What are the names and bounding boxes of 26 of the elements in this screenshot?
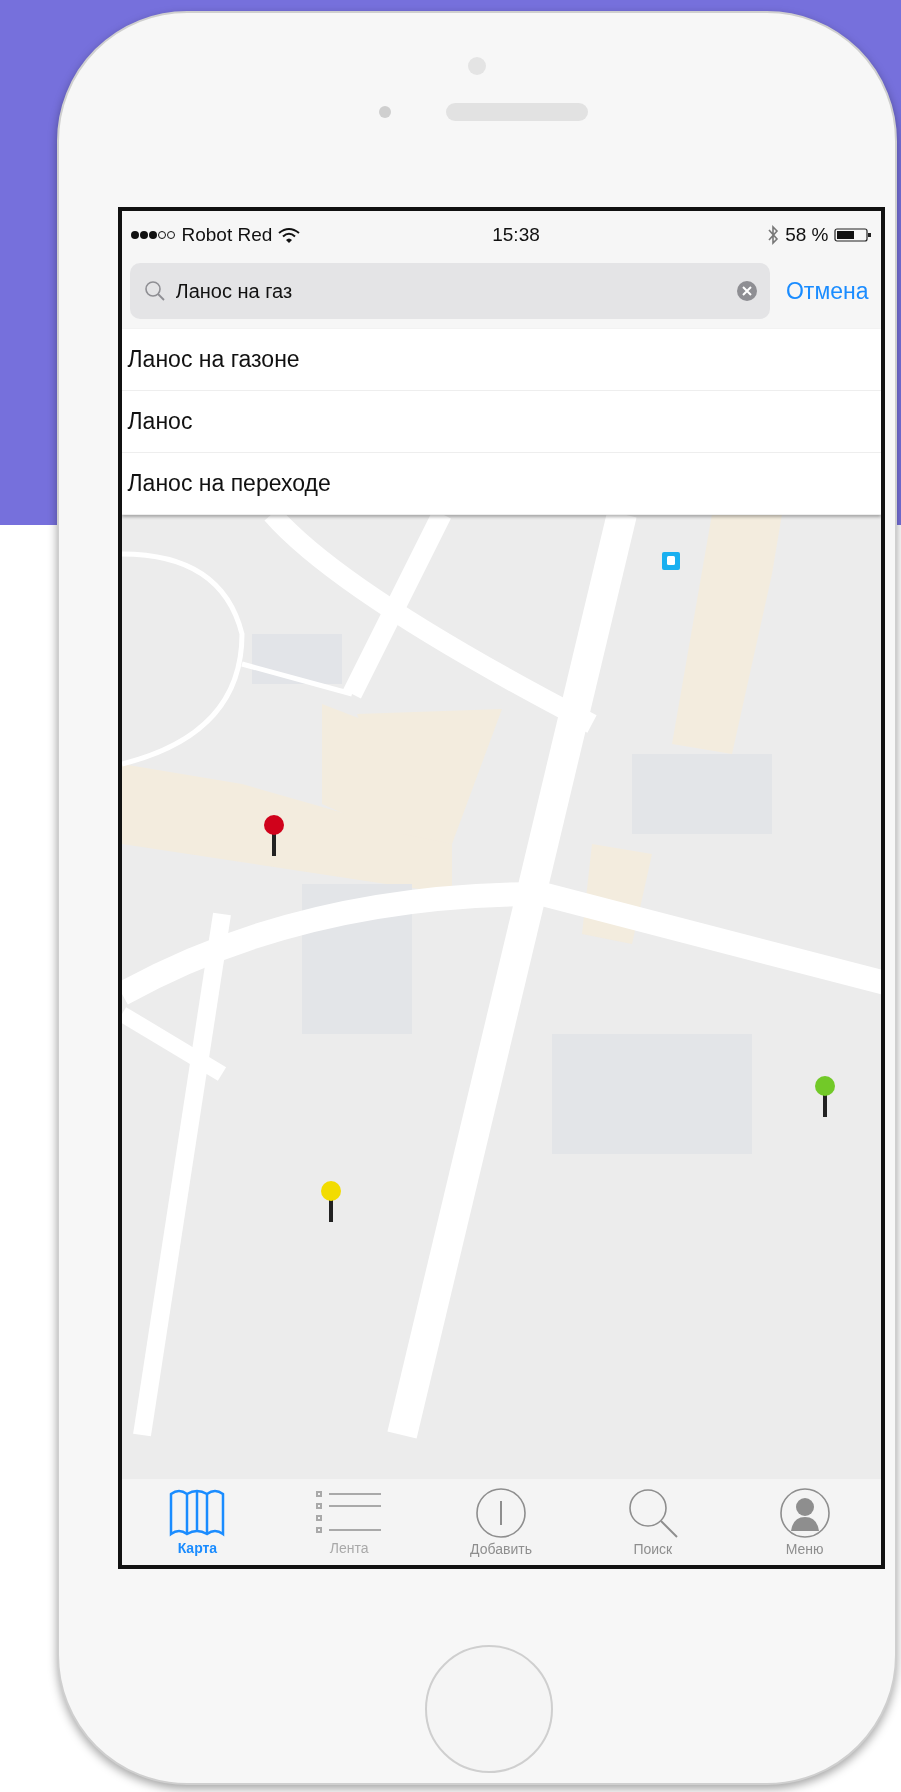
carrier-name: Robot Red xyxy=(181,224,273,246)
profile-icon xyxy=(778,1487,831,1539)
cancel-button[interactable]: Отмена xyxy=(785,277,869,305)
suggestion-item[interactable]: Ланос на газоне xyxy=(121,329,881,391)
suggestion-item[interactable]: Ланос xyxy=(121,391,881,453)
camera-dot xyxy=(378,106,391,118)
map-icon xyxy=(169,1488,226,1538)
search-icon xyxy=(626,1487,679,1539)
battery-percent: 58 % xyxy=(785,224,829,246)
search-input[interactable]: Ланос на газ xyxy=(173,278,728,304)
signal-icon xyxy=(129,230,176,240)
map-pin[interactable] xyxy=(812,1075,837,1117)
wifi-icon xyxy=(278,227,301,243)
bluetooth-icon xyxy=(767,225,780,245)
map-pin[interactable] xyxy=(318,1180,343,1222)
tab-item[interactable]: Добавить xyxy=(441,1487,561,1557)
tab-item[interactable]: Поиск xyxy=(592,1487,713,1557)
tab-item[interactable]: Меню xyxy=(744,1487,865,1557)
suggestion-item[interactable]: Ланос на переходе xyxy=(121,453,881,515)
battery-icon xyxy=(834,227,873,243)
status-time: 15:38 xyxy=(492,224,540,246)
search-field[interactable]: Ланос на газ xyxy=(129,263,770,319)
tab-item[interactable]: Карта xyxy=(137,1488,258,1556)
clear-icon[interactable] xyxy=(735,280,758,302)
search-icon xyxy=(143,280,166,302)
map-pin[interactable] xyxy=(261,814,286,856)
